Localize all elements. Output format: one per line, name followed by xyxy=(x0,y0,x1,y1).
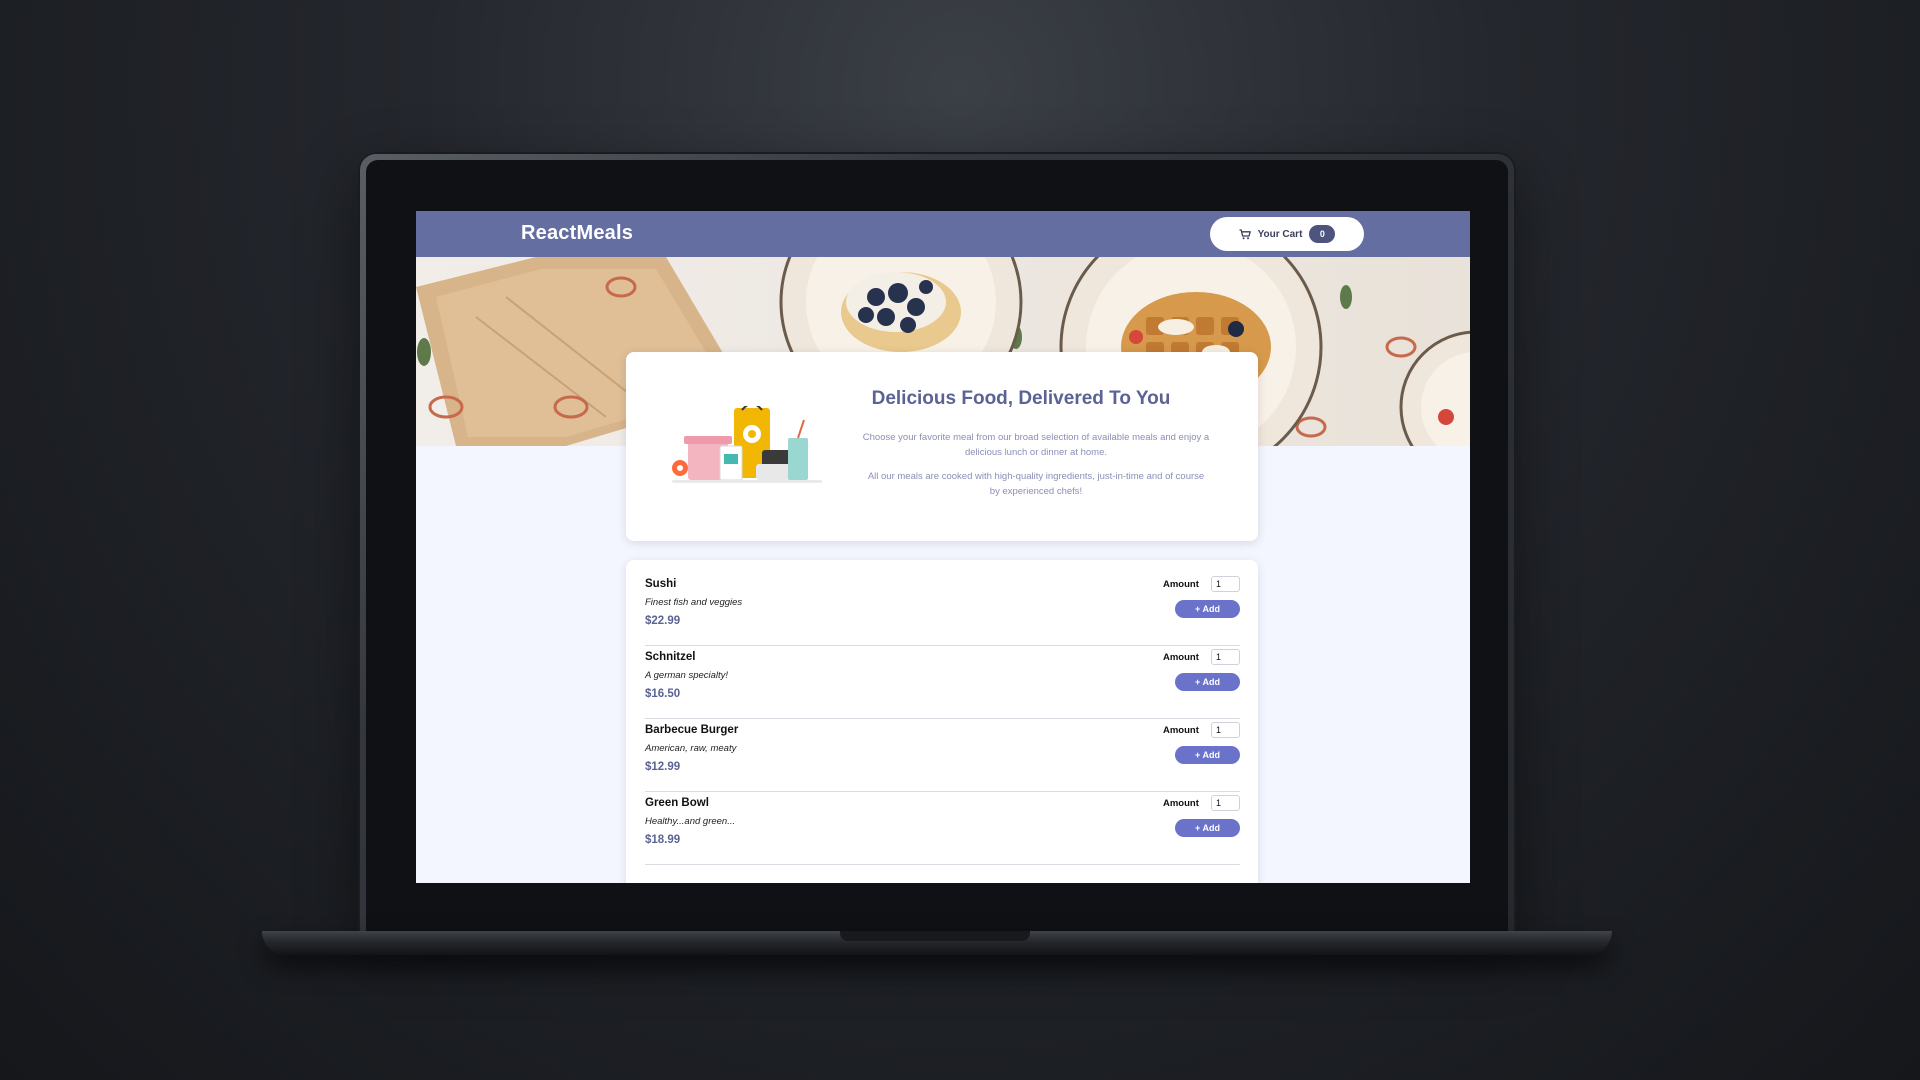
available-meals-card: Sushi Finest fish and veggies $22.99 Amo… xyxy=(626,560,1258,883)
add-to-cart-button[interactable]: + Add xyxy=(1175,673,1240,691)
summary-paragraph-1: Choose your favorite meal from our broad… xyxy=(862,432,1210,458)
amount-label: Amount xyxy=(1163,579,1199,590)
meal-name: Green Bowl xyxy=(645,797,709,809)
meal-name: Schnitzel xyxy=(645,651,696,663)
meal-item-green-bowl: Green Bowl Healthy...and green... $18.99… xyxy=(645,791,1240,865)
meal-description: Finest fish and veggies xyxy=(645,597,743,608)
side-plate xyxy=(1399,330,1470,446)
amount-label: Amount xyxy=(1163,798,1199,809)
amount-input[interactable] xyxy=(1211,722,1240,738)
meal-description: Healthy...and green... xyxy=(645,816,736,827)
summary-title: Delicious Food, Delivered To You xyxy=(871,388,1171,409)
meal-name: Sushi xyxy=(645,578,677,590)
cart-count-badge: 0 xyxy=(1309,225,1336,243)
cart-icon xyxy=(1239,228,1251,240)
meal-description: A german specialty! xyxy=(645,670,729,681)
meal-item-barbecue-burger: Barbecue Burger American, raw, meaty $12… xyxy=(645,718,1240,792)
cart-button[interactable]: Your Cart 0 xyxy=(1210,217,1364,251)
meal-item-sushi: Sushi Finest fish and veggies $22.99 Amo… xyxy=(645,572,1240,646)
amount-input[interactable] xyxy=(1211,649,1240,665)
meal-price: $16.50 xyxy=(645,688,681,700)
amount-input[interactable] xyxy=(1211,795,1240,811)
meal-item-schnitzel: Schnitzel A german specialty! $16.50 Amo… xyxy=(645,645,1240,719)
add-to-cart-button[interactable]: + Add xyxy=(1175,746,1240,764)
amount-label: Amount xyxy=(1163,652,1199,663)
amount-label: Amount xyxy=(1163,725,1199,736)
add-to-cart-button[interactable]: + Add xyxy=(1175,819,1240,837)
app-title: ReactMeals xyxy=(521,222,634,244)
food-delivery-illustration xyxy=(672,406,822,483)
meal-name: Barbecue Burger xyxy=(645,724,739,736)
cart-label: Your Cart xyxy=(1257,228,1303,240)
amount-input[interactable] xyxy=(1211,576,1240,592)
meals-summary-card: Delicious Food, Delivered To You Choose … xyxy=(626,352,1258,541)
app-screen: ReactMeals Your Cart 0 Delicious Food, D… xyxy=(416,211,1470,883)
meal-price: $22.99 xyxy=(645,615,681,627)
summary-paragraph-2: All our meals are cooked with high-quali… xyxy=(867,471,1205,497)
add-to-cart-button[interactable]: + Add xyxy=(1175,600,1240,618)
meal-price: $18.99 xyxy=(645,834,681,846)
meal-price: $12.99 xyxy=(645,761,681,773)
meal-description: American, raw, meaty xyxy=(645,743,737,754)
laptop-notch xyxy=(840,931,1030,941)
app-header: ReactMeals Your Cart 0 xyxy=(416,211,1470,257)
